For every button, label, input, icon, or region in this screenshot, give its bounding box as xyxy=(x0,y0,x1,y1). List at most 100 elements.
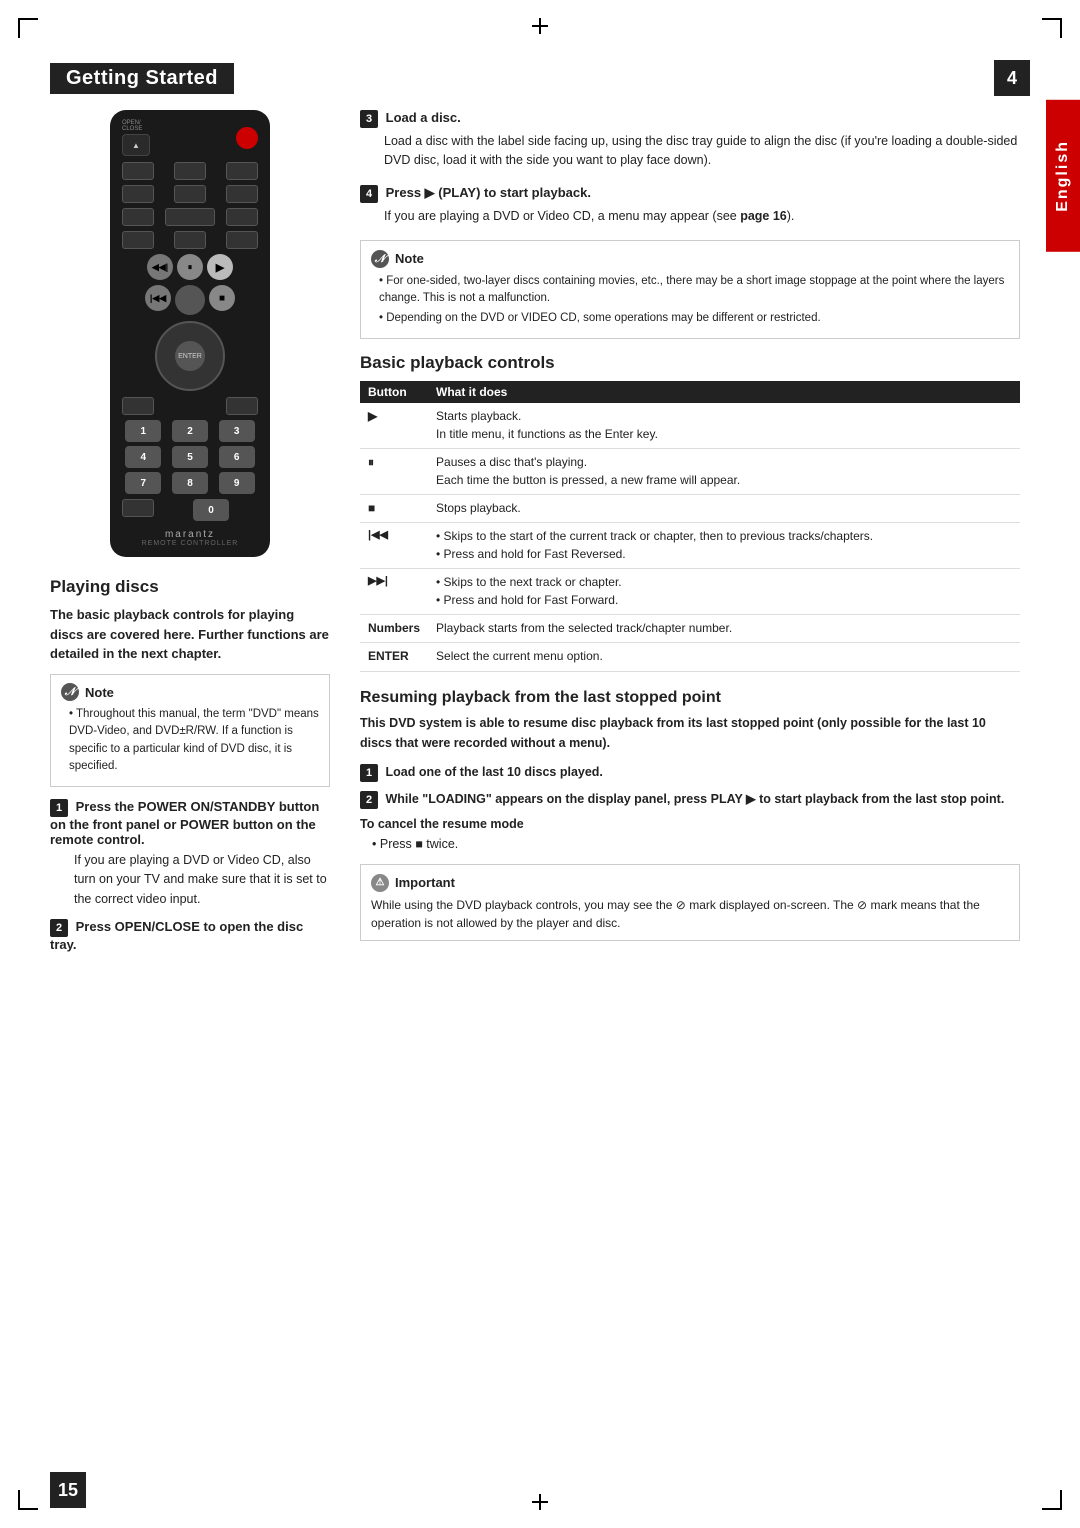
right-step-4-header: 4 Press ▶ (PLAY) to start playback. xyxy=(360,185,1020,203)
playing-discs-heading: Playing discs xyxy=(50,577,330,597)
remote-btn-11[interactable] xyxy=(226,231,258,249)
left-step-1-detail: If you are playing a DVD or Video CD, al… xyxy=(74,851,330,909)
corner-mark-br xyxy=(1042,1490,1062,1510)
remote-row-below-nav xyxy=(122,397,258,415)
left-column: OPEN/CLOSE ▲ xyxy=(50,110,330,1478)
remote-top-row: OPEN/CLOSE ▲ xyxy=(122,120,258,156)
table-row: |◀◀ • Skips to the start of the current … xyxy=(360,523,1020,569)
right-step-3-header: 3 Load a disc. xyxy=(360,110,1020,128)
left-step-2-header: 2 Press OPEN/CLOSE to open the disc tray… xyxy=(50,919,330,952)
left-step-1: 1 Press the POWER ON/STANDBY button on t… xyxy=(50,799,330,909)
num-0[interactable]: 0 xyxy=(193,499,229,521)
right-column: 3 Load a disc. Load a disc with the labe… xyxy=(360,110,1020,1478)
table-body: ▶ Starts playback.In title menu, it func… xyxy=(360,403,1020,671)
note-bullet-1: Throughout this manual, the term "DVD" m… xyxy=(69,706,319,775)
btn-enter-label: ENTER xyxy=(360,643,428,671)
col-button: Button xyxy=(360,381,428,403)
corner-mark-tr xyxy=(1042,18,1062,38)
enter-button[interactable]: ENTER xyxy=(175,341,205,371)
remote-brand-sub: REMOTE CONTROLLER xyxy=(122,540,258,547)
page-number: 4 xyxy=(994,60,1030,96)
left-step-1-text: Press the POWER ON/STANDBY button on the… xyxy=(50,799,319,847)
resume-step-1: 1 Load one of the last 10 discs played. xyxy=(360,763,1020,782)
table-row: ■ Stops playback. xyxy=(360,494,1020,522)
important-text: While using the DVD playback controls, y… xyxy=(371,896,1009,932)
remote-extra-btn-1[interactable] xyxy=(122,397,154,415)
num-2[interactable]: 2 xyxy=(172,420,208,442)
right-step-4: 4 Press ▶ (PLAY) to start playback. If y… xyxy=(360,185,1020,226)
big-circle-btn[interactable] xyxy=(175,285,205,315)
num-5[interactable]: 5 xyxy=(172,446,208,468)
pause-button[interactable]: ⏸ xyxy=(177,254,203,280)
right-step-4-heading: Press ▶ (PLAY) to start playback. xyxy=(386,185,591,200)
step-2-num: 2 xyxy=(50,919,68,937)
prev-chapter-button[interactable]: ◀◀| xyxy=(147,254,173,280)
important-heading-row: ⚠ Important xyxy=(371,873,1009,893)
num-9[interactable]: 9 xyxy=(219,472,255,494)
power-button[interactable] xyxy=(236,127,258,149)
btn-stop-symbol: ■ xyxy=(360,494,428,522)
resume-step-2-text: While "LOADING" appears on the display p… xyxy=(385,792,1004,806)
playing-discs-intro: The basic playback controls for playing … xyxy=(50,605,330,664)
num-8[interactable]: 8 xyxy=(172,472,208,494)
important-icon: ⚠ xyxy=(371,874,389,892)
stop-button[interactable]: ■ xyxy=(209,285,235,311)
right-step-3-text: Load a disc with the label side facing u… xyxy=(384,132,1020,171)
table-row: ▶ Starts playback.In title menu, it func… xyxy=(360,403,1020,448)
remote-btn-2[interactable] xyxy=(174,162,206,180)
bottom-page-area: 15 xyxy=(50,1472,86,1508)
playback-table: Button What it does ▶ Starts playback.In… xyxy=(360,381,1020,671)
num-4[interactable]: 4 xyxy=(125,446,161,468)
table-row: ENTER Select the current menu option. xyxy=(360,643,1020,671)
remote-btn-8[interactable] xyxy=(226,208,258,226)
remote-btn-7[interactable] xyxy=(122,208,154,226)
remote-btn-6[interactable] xyxy=(226,185,258,203)
resume-step-2-num: 2 xyxy=(360,791,378,809)
basic-playback-heading: Basic playback controls xyxy=(360,353,1020,373)
table-row: ▶▶| • Skips to the next track or chapter… xyxy=(360,569,1020,615)
transport-row-2: |◀◀ ■ xyxy=(122,285,258,315)
header-bar: Getting Started 4 xyxy=(50,60,1030,96)
bottom-page-number: 15 xyxy=(50,1472,86,1508)
eject-button[interactable]: ▲ xyxy=(122,134,150,156)
col-what: What it does xyxy=(428,381,1020,403)
corner-mark-bl xyxy=(18,1490,38,1510)
right-note-box: 𝒩 Note For one-sided, two-layer discs co… xyxy=(360,240,1020,339)
num-7[interactable]: 7 xyxy=(125,472,161,494)
btn-prev-symbol: |◀◀ xyxy=(360,523,428,569)
num-3[interactable]: 3 xyxy=(219,420,255,442)
num-6[interactable]: 6 xyxy=(219,446,255,468)
right-note-heading: 𝒩 Note xyxy=(371,249,1009,269)
remote-row-2 xyxy=(122,185,258,203)
remote-btn-10[interactable] xyxy=(174,231,206,249)
remote-btn-5[interactable] xyxy=(174,185,206,203)
remote-btn-9[interactable] xyxy=(122,231,154,249)
rewind-button[interactable]: |◀◀ xyxy=(145,285,171,311)
important-label: Important xyxy=(395,873,455,893)
remote-btn-3[interactable] xyxy=(226,162,258,180)
btn-numbers-label: Numbers xyxy=(360,614,428,642)
remote-btn-1[interactable] xyxy=(122,162,154,180)
section-title: Getting Started xyxy=(50,63,234,94)
language-tab: English xyxy=(1046,100,1080,252)
playing-discs-note: 𝒩 Note Throughout this manual, the term … xyxy=(50,674,330,788)
step-4-num: 4 xyxy=(360,185,378,203)
remote-btn-4[interactable] xyxy=(122,185,154,203)
num-1[interactable]: 1 xyxy=(125,420,161,442)
right-note-bullet-2: Depending on the DVD or VIDEO CD, some o… xyxy=(379,310,1009,327)
right-note-icon: 𝒩 xyxy=(371,250,389,268)
btn-next-symbol: ▶▶| xyxy=(360,569,428,615)
nav-circle[interactable]: ENTER xyxy=(155,321,225,391)
remote-extra-btn-2[interactable] xyxy=(226,397,258,415)
btn-play-desc: Starts playback.In title menu, it functi… xyxy=(428,403,1020,448)
resume-step-2: 2 While "LOADING" appears on the display… xyxy=(360,790,1020,809)
btn-prev-desc: • Skips to the start of the current trac… xyxy=(428,523,1020,569)
remote-row-1 xyxy=(122,162,258,180)
remote-extra-btn-3[interactable] xyxy=(122,499,154,517)
right-step-3: 3 Load a disc. Load a disc with the labe… xyxy=(360,110,1020,171)
remote-btn-wide[interactable] xyxy=(165,208,215,226)
btn-enter-desc: Select the current menu option. xyxy=(428,643,1020,671)
play-button[interactable]: ▶ xyxy=(207,254,233,280)
remote-row-3 xyxy=(122,208,258,226)
btn-play-symbol: ▶ xyxy=(360,403,428,448)
